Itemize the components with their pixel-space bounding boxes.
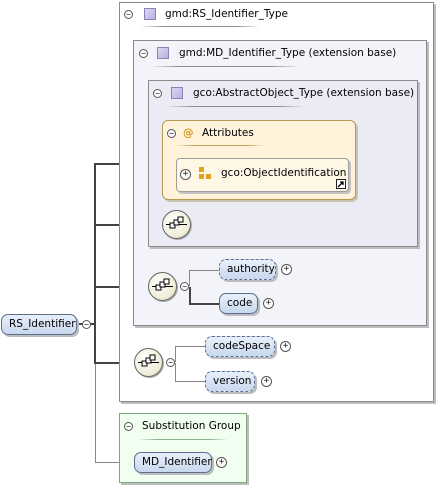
complex-type-icon [157, 47, 169, 59]
collapse-icon: − [169, 129, 174, 138]
attributes-collapse-toggle[interactable]: − [167, 129, 176, 138]
sequence-compositor-icon[interactable] [148, 272, 177, 301]
element-codespace-label: codeSpace [213, 340, 271, 352]
substitution-group-title: Substitution Group [142, 420, 241, 432]
element-md-identifier-label: MD_Identifier [142, 456, 212, 468]
sequence-compositor-icon[interactable] [162, 210, 191, 239]
plus-icon: + [182, 169, 189, 179]
root-element-rs-identifier[interactable]: RS_Identifier [1, 314, 77, 335]
abstract-type-title: gco:AbstractObject_Type (extension base) [193, 87, 415, 99]
abstract-type-header-divider [165, 106, 305, 107]
abstract-type-collapse-toggle[interactable]: − [153, 89, 162, 98]
codespace-expand-toggle[interactable]: + [280, 341, 291, 352]
md-type-title: gmd:MD_Identifier_Type (extension base) [179, 47, 397, 59]
complex-type-icon [171, 87, 183, 99]
collapse-icon: − [141, 49, 146, 58]
connector-vertical-main [94, 163, 96, 363]
collapse-icon: − [126, 422, 131, 431]
md-type-header-divider [150, 66, 300, 67]
rs-seq-branch-top-h [175, 346, 206, 347]
substitution-collapse-toggle[interactable]: − [124, 422, 133, 431]
md-type-collapse-toggle[interactable]: − [139, 49, 148, 58]
element-md-identifier[interactable]: MD_Identifier [134, 452, 212, 473]
at-sign-icon: @ [183, 127, 194, 139]
element-version-label: version [213, 375, 252, 387]
element-code[interactable]: code [219, 293, 258, 314]
collapse-icon: − [182, 282, 187, 291]
code-expand-toggle[interactable]: + [263, 298, 274, 309]
md-identifier-expand-toggle[interactable]: + [216, 457, 227, 468]
rs-sequence-collapse-toggle[interactable]: − [166, 358, 175, 367]
rs-type-collapse-toggle[interactable]: − [124, 10, 133, 19]
collapse-icon: − [155, 89, 160, 98]
root-element-label: RS_Identifier [9, 318, 76, 330]
collapse-icon: − [84, 320, 89, 329]
md-seq-branch-top-h [189, 270, 220, 271]
version-expand-toggle[interactable]: + [261, 376, 272, 387]
attribute-group-label: gco:ObjectIdentification [221, 167, 347, 179]
attribute-group-icon [199, 167, 212, 181]
plus-icon: + [282, 341, 289, 351]
authority-expand-toggle[interactable]: + [281, 264, 292, 275]
element-authority[interactable]: authority [219, 259, 276, 280]
plus-icon: + [263, 376, 270, 386]
element-code-label: code [227, 297, 253, 309]
plus-icon: + [283, 264, 290, 274]
rs-type-title: gmd:RS_Identifier_Type [165, 8, 288, 20]
attributes-title: Attributes [202, 127, 254, 139]
substitution-header-divider [138, 439, 228, 440]
collapse-icon: − [168, 358, 173, 367]
complex-type-icon [144, 8, 156, 20]
collapse-icon: − [126, 10, 131, 19]
attribute-group-expand-toggle[interactable]: + [180, 169, 191, 180]
sequence-compositor-icon[interactable] [134, 348, 163, 377]
plus-icon: + [218, 457, 225, 467]
element-authority-label: authority [227, 263, 275, 275]
root-collapse-toggle[interactable]: − [82, 320, 91, 329]
rs-seq-branch-bottom-h [175, 381, 206, 382]
element-version[interactable]: version [205, 371, 255, 392]
element-codespace[interactable]: codeSpace [205, 336, 275, 357]
md-seq-branch-bottom [189, 287, 191, 304]
md-sequence-collapse-toggle[interactable]: − [180, 282, 189, 291]
md-seq-branch-bottom-h [189, 303, 220, 305]
external-link-icon[interactable] [336, 179, 346, 189]
attributes-header-divider [175, 145, 265, 146]
rs-type-header-divider [140, 26, 260, 27]
connector-to-substitution-v [95, 364, 96, 462]
rs-seq-branch-top [175, 346, 176, 362]
plus-icon: + [265, 298, 272, 308]
rs-seq-branch-bottom [175, 363, 176, 381]
md-seq-branch-top [189, 270, 190, 286]
